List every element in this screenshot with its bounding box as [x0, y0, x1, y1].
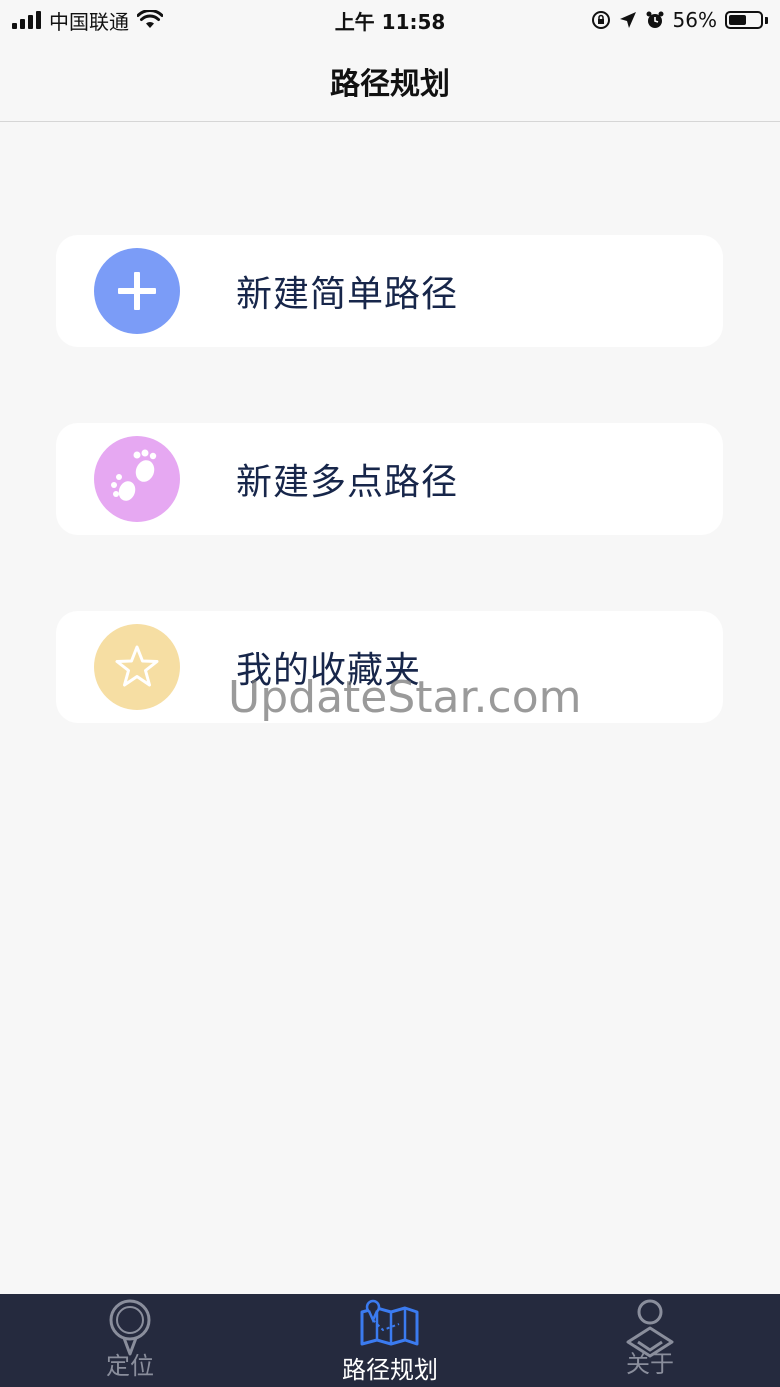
- tab-bar: 定位 路径规划 关于: [0, 1294, 780, 1387]
- wifi-icon: [137, 10, 163, 28]
- tab-label: 路径规划: [342, 1356, 438, 1384]
- plus-icon: [94, 248, 180, 334]
- battery-percent: 56%: [672, 8, 717, 32]
- location-arrow-icon: [619, 12, 636, 28]
- page-title: 路径规划: [330, 66, 450, 102]
- menu-item-label: 我的收藏夹: [236, 650, 422, 691]
- menu-item-label: 新建简单路径: [236, 274, 459, 315]
- navigation-bar: 路径规划: [0, 40, 780, 122]
- cellular-signal-icon: [12, 11, 41, 29]
- status-bar-right: 56%: [591, 8, 768, 32]
- my-favorites-button[interactable]: 我的收藏夹: [56, 611, 723, 723]
- star-icon: [94, 624, 180, 710]
- orientation-lock-icon: [591, 11, 610, 29]
- status-bar-left: 中国联通: [12, 6, 163, 35]
- carrier-name: 中国联通: [49, 9, 129, 34]
- new-simple-route-button[interactable]: 新建简单路径: [56, 235, 723, 347]
- menu-item-label: 新建多点路径: [236, 462, 459, 503]
- new-multipoint-route-button[interactable]: 新建多点路径: [56, 423, 723, 535]
- map-route-icon: [360, 1299, 419, 1346]
- tab-location[interactable]: 定位: [0, 1294, 260, 1387]
- status-bar: 中国联通 上午 11:58 56%: [0, 0, 780, 40]
- tab-label: 关于: [626, 1350, 674, 1378]
- tab-about[interactable]: 关于: [520, 1294, 780, 1387]
- tab-route-planning[interactable]: 路径规划: [260, 1294, 520, 1387]
- tab-label: 定位: [106, 1352, 154, 1380]
- footprints-icon: [94, 436, 180, 522]
- battery-icon: [725, 11, 768, 29]
- alarm-icon: [646, 11, 664, 28]
